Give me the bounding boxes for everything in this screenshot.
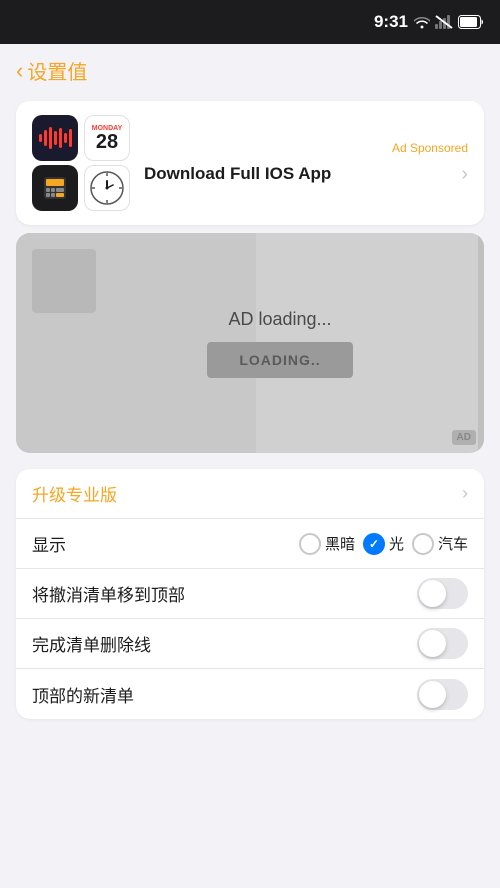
- new-list-toggle[interactable]: [417, 679, 468, 710]
- new-list-label: 顶部的新清单: [32, 682, 417, 707]
- radio-light-circle[interactable]: ✓: [363, 533, 385, 555]
- ad-card-right: Ad Sponsored Download Full IOS App ›: [144, 141, 468, 186]
- ad-loading-placeholder: [32, 249, 96, 313]
- status-icons: [414, 15, 484, 29]
- wifi-icon: [414, 15, 430, 29]
- clock-icon: [88, 169, 126, 207]
- toggle-knob: [419, 580, 446, 607]
- settings-row-strikethrough: 完成清单删除线: [16, 619, 484, 669]
- app-icons-grid: Monday 28: [32, 115, 132, 211]
- ad-card-left: Monday 28: [32, 115, 132, 211]
- back-button[interactable]: ‹ 设置值: [16, 56, 87, 85]
- app-icon-clock: [84, 165, 130, 211]
- ad-download-text: Download Full IOS App: [144, 164, 331, 184]
- calendar-date: 28: [96, 132, 118, 152]
- move-top-label: 将撤消清单移到顶部: [32, 581, 417, 606]
- settings-row-upgrade[interactable]: 升级专业版 ›: [16, 469, 484, 519]
- ad-loading-button[interactable]: LOADING..: [207, 342, 352, 378]
- display-options: 黑暗 ✓ 光 汽车: [299, 533, 468, 555]
- toggle-knob-3: [419, 681, 446, 708]
- back-label: 设置值: [27, 56, 87, 85]
- ad-loading-text: AD loading...: [228, 309, 331, 330]
- display-label: 显示: [32, 531, 299, 556]
- waveform-icon: [39, 124, 72, 152]
- strikethrough-label: 完成清单删除线: [32, 631, 417, 656]
- radio-auto-circle[interactable]: [412, 533, 434, 555]
- strikethrough-toggle[interactable]: [417, 628, 468, 659]
- ad-loading-center: AD loading... LOADING..: [207, 309, 352, 378]
- move-top-toggle[interactable]: [417, 578, 468, 609]
- radio-option-dark[interactable]: 黑暗: [299, 533, 355, 555]
- ad-badge: AD: [452, 430, 476, 445]
- settings-row-new-list: 顶部的新清单: [16, 669, 484, 719]
- ad-sponsored-label: Ad Sponsored: [144, 141, 468, 155]
- radio-light-label: 光: [389, 533, 404, 554]
- radio-option-auto[interactable]: 汽车: [412, 533, 468, 555]
- app-icon-calculator: [32, 165, 78, 211]
- toggle-knob-2: [419, 630, 446, 657]
- radio-auto-label: 汽车: [438, 533, 468, 554]
- radio-check-icon: ✓: [369, 537, 379, 551]
- radio-dark-label: 黑暗: [325, 533, 355, 554]
- radio-dark-circle[interactable]: [299, 533, 321, 555]
- battery-icon: [458, 15, 484, 29]
- settings-row-display: 显示 黑暗 ✓ 光 汽车: [16, 519, 484, 569]
- ad-download-row[interactable]: Download Full IOS App ›: [144, 163, 468, 186]
- back-arrow-icon: ‹: [16, 58, 23, 84]
- ad-loading-section: AD loading... LOADING.. AD: [16, 233, 484, 453]
- status-bar: 9:31: [0, 0, 500, 44]
- settings-section: 升级专业版 › 显示 黑暗 ✓ 光 汽车 将撤消清: [16, 469, 484, 719]
- ad-card[interactable]: Monday 28: [16, 101, 484, 225]
- upgrade-label: 升级专业版: [32, 481, 462, 506]
- upgrade-chevron-icon: ›: [462, 483, 468, 504]
- app-icon-voice: [32, 115, 78, 161]
- header: ‹ 设置值: [0, 44, 500, 93]
- signal-blocked-icon: [435, 15, 453, 29]
- settings-row-move-top: 将撤消清单移到顶部: [16, 569, 484, 619]
- app-icon-calendar: Monday 28: [84, 115, 130, 161]
- ad-right-strip: [478, 233, 484, 453]
- status-time: 9:31: [374, 12, 408, 32]
- radio-option-light[interactable]: ✓ 光: [363, 533, 404, 555]
- ad-chevron-icon: ›: [461, 163, 468, 186]
- calculator-icon: [39, 172, 71, 204]
